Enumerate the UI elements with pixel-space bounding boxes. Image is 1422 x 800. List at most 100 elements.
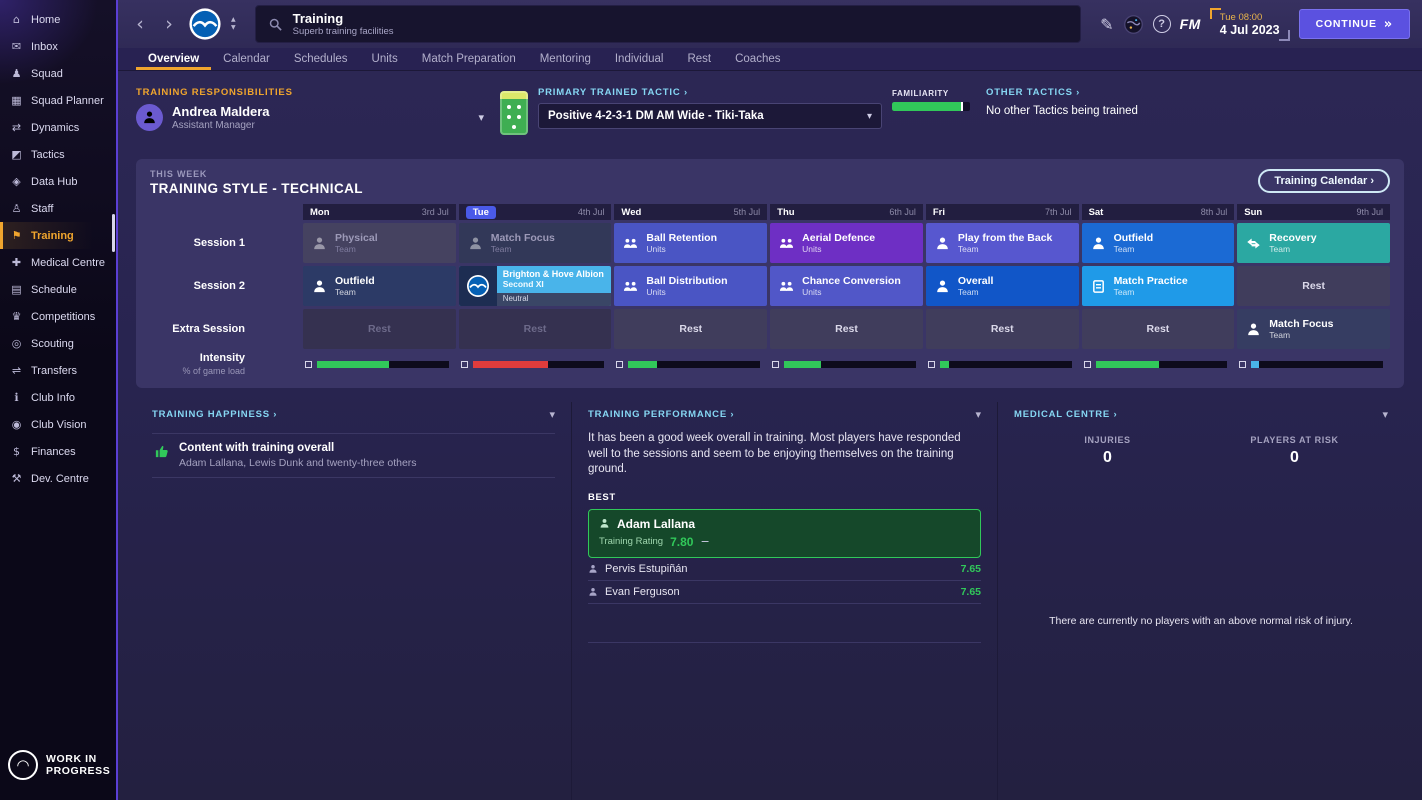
- tab-overview[interactable]: Overview: [136, 48, 211, 70]
- tab-rest[interactable]: Rest: [675, 48, 723, 70]
- medical-centre-label[interactable]: MEDICAL CENTRE ›: [1014, 409, 1117, 420]
- rest-cell[interactable]: Rest: [1081, 309, 1235, 349]
- person-icon: [1091, 236, 1106, 251]
- continue-button[interactable]: CONTINUE »: [1298, 9, 1410, 39]
- responsible-staff[interactable]: Andrea Maldera Assistant Manager ▾: [136, 104, 484, 131]
- sidebar-item-medical-centre[interactable]: ✚ Medical Centre: [0, 249, 116, 276]
- sidebar-item-transfers[interactable]: ⇌ Transfers: [0, 357, 116, 384]
- chevron-down-icon[interactable]: ▾: [478, 111, 484, 124]
- tab-calendar[interactable]: Calendar: [211, 48, 282, 70]
- sidebar-item-scouting[interactable]: ◎ Scouting: [0, 330, 116, 357]
- home-icon: ⌂: [13, 13, 20, 26]
- sidebar-item-squad[interactable]: ♟ Squad: [0, 60, 116, 87]
- sidebar-item-data-hub[interactable]: ◈ Data Hub: [0, 168, 116, 195]
- dynamics-icon: ⇄: [11, 121, 22, 134]
- tab-mentoring[interactable]: Mentoring: [528, 48, 603, 70]
- forward-button[interactable]: ›: [159, 11, 179, 37]
- person-icon: [312, 236, 327, 251]
- session-cell-recovery[interactable]: Recovery Team: [1237, 223, 1390, 263]
- rest-cell[interactable]: Rest: [303, 309, 456, 349]
- sidebar-item-competitions[interactable]: ♛ Competitions: [0, 303, 116, 330]
- session-cell-match-focus[interactable]: Match Focus Team: [458, 223, 612, 263]
- finances-icon: $: [13, 445, 20, 458]
- continue-icon: »: [1383, 16, 1393, 32]
- rest-cell[interactable]: Rest: [1237, 266, 1390, 306]
- day-header-spacer: [150, 204, 300, 220]
- players-at-risk-stat: PLAYERS AT RISK 0: [1201, 435, 1388, 467]
- session-cell-overall[interactable]: Overall Team: [925, 266, 1079, 306]
- sidebar-item-staff[interactable]: ♙ Staff: [0, 195, 116, 222]
- match-cell[interactable]: Brighton & Hove Albion Second XI Neutral: [458, 266, 612, 306]
- sidebar-item-training[interactable]: ⚑ Training: [0, 222, 116, 249]
- data-hub-icon: ◈: [12, 175, 21, 188]
- session-cell-chance-conversion[interactable]: Chance Conversion Units: [770, 266, 923, 306]
- search-bar[interactable]: Training Superb training facilities: [254, 5, 1082, 43]
- sidebar-item-dynamics[interactable]: ⇄ Dynamics: [0, 114, 116, 141]
- best-player-name: Adam Lallana: [617, 516, 696, 531]
- edit-icon[interactable]: ✎: [1100, 15, 1113, 34]
- tactic-select[interactable]: Positive 4-2-3-1 DM AM Wide - Tiki-Taka …: [538, 103, 882, 129]
- training-performance-panel: TRAINING PERFORMANCE › ▾ It has been a g…: [571, 402, 997, 800]
- sidebar-item-finances[interactable]: $ Finances: [0, 438, 116, 465]
- help-icon[interactable]: ?: [1152, 15, 1171, 33]
- tab-units[interactable]: Units: [360, 48, 410, 70]
- performance-row[interactable]: Evan Ferguson 7.65: [588, 581, 981, 604]
- tab-individual[interactable]: Individual: [603, 48, 676, 70]
- sidebar-item-club-info[interactable]: ℹ Club Info: [0, 384, 116, 411]
- sidebar-scrollbar[interactable]: [112, 214, 115, 252]
- session-cell-aerial-defence[interactable]: Aerial Defence Units: [770, 223, 923, 263]
- match-team: Second XI: [502, 279, 544, 289]
- session-cell-outfield-2[interactable]: Outfield Team: [303, 266, 456, 306]
- day-header-tue: Tue 4th Jul: [458, 204, 612, 220]
- training-happiness-label[interactable]: TRAINING HAPPINESS ›: [152, 409, 277, 420]
- session-cell-outfield[interactable]: Outfield Team: [1081, 223, 1235, 263]
- primary-tactic-label[interactable]: PRIMARY TRAINED TACTIC ›: [538, 87, 882, 98]
- chevron-down-icon[interactable]: ▾: [1382, 408, 1388, 421]
- sidebar-item-label: Squad: [31, 67, 63, 80]
- chevron-down-icon: ▾: [866, 110, 872, 122]
- sidebar-item-label: Data Hub: [31, 175, 78, 188]
- top-bar: ‹ › ▲ ▼ Training Superb training faciliti…: [118, 0, 1422, 48]
- back-button[interactable]: ‹: [130, 11, 150, 37]
- other-tactics-label[interactable]: OTHER TACTICS ›: [986, 87, 1404, 98]
- performance-row[interactable]: Pervis Estupiñán 7.65: [588, 558, 981, 581]
- sidebar-item-squad-planner[interactable]: ▦ Squad Planner: [0, 87, 116, 114]
- sidebar-item-tactics[interactable]: ◩ Tactics: [0, 141, 116, 168]
- sidebar-item-inbox[interactable]: ✉ Inbox: [0, 33, 116, 60]
- session-cell-ball-retention[interactable]: Ball Retention Units: [614, 223, 768, 263]
- rest-cell[interactable]: Rest: [458, 309, 612, 349]
- club-switcher[interactable]: ▲ ▼: [231, 17, 236, 31]
- session-cell-match-practice[interactable]: Match Practice Team: [1081, 266, 1235, 306]
- chevron-down-icon[interactable]: ▾: [975, 408, 981, 421]
- sidebar-item-schedule[interactable]: ▤ Schedule: [0, 276, 116, 303]
- date-label: 4 Jul 2023: [1219, 22, 1280, 37]
- rest-cell[interactable]: Rest: [925, 309, 1079, 349]
- sidebar-item-label: Medical Centre: [31, 256, 105, 269]
- tab-match-preparation[interactable]: Match Preparation: [410, 48, 528, 70]
- sidebar-item-club-vision[interactable]: ◉ Club Vision: [0, 411, 116, 438]
- world-icon[interactable]: [1123, 14, 1144, 35]
- best-player-card[interactable]: Adam Lallana Training Rating 7.80 −: [588, 508, 981, 558]
- rest-cell[interactable]: Rest: [770, 309, 923, 349]
- continue-label: CONTINUE: [1315, 18, 1377, 30]
- training-icon: ⚑: [11, 229, 22, 242]
- person-icon: [468, 236, 483, 251]
- chevron-down-icon[interactable]: ▾: [549, 408, 555, 421]
- intensity-bar: [614, 352, 767, 376]
- club-badge-icon[interactable]: [188, 7, 222, 41]
- training-performance-label[interactable]: TRAINING PERFORMANCE ›: [588, 409, 734, 420]
- medical-centre-panel: MEDICAL CENTRE › ▾ INJURIES 0 PLAYERS AT…: [997, 402, 1404, 800]
- rest-cell[interactable]: Rest: [614, 309, 768, 349]
- session-cell-ball-distribution[interactable]: Ball Distribution Units: [614, 266, 768, 306]
- training-calendar-button[interactable]: Training Calendar ›: [1258, 169, 1390, 193]
- sidebar-item-label: Squad Planner: [31, 94, 104, 107]
- session-cell-physical[interactable]: Physical Team: [303, 223, 456, 263]
- tab-coaches[interactable]: Coaches: [723, 48, 792, 70]
- sidebar-item-dev-centre[interactable]: ⚒ Dev. Centre: [0, 465, 116, 492]
- happiness-item[interactable]: Content with training overall Adam Lalla…: [152, 433, 555, 478]
- player-name: Evan Ferguson: [605, 585, 680, 598]
- tab-schedules[interactable]: Schedules: [282, 48, 360, 70]
- session-cell-play-from-back[interactable]: Play from the Back Team: [925, 223, 1079, 263]
- session-cell-extra-match-focus[interactable]: Match Focus Team: [1237, 309, 1390, 349]
- sidebar-item-home[interactable]: ⌂ Home: [0, 6, 116, 33]
